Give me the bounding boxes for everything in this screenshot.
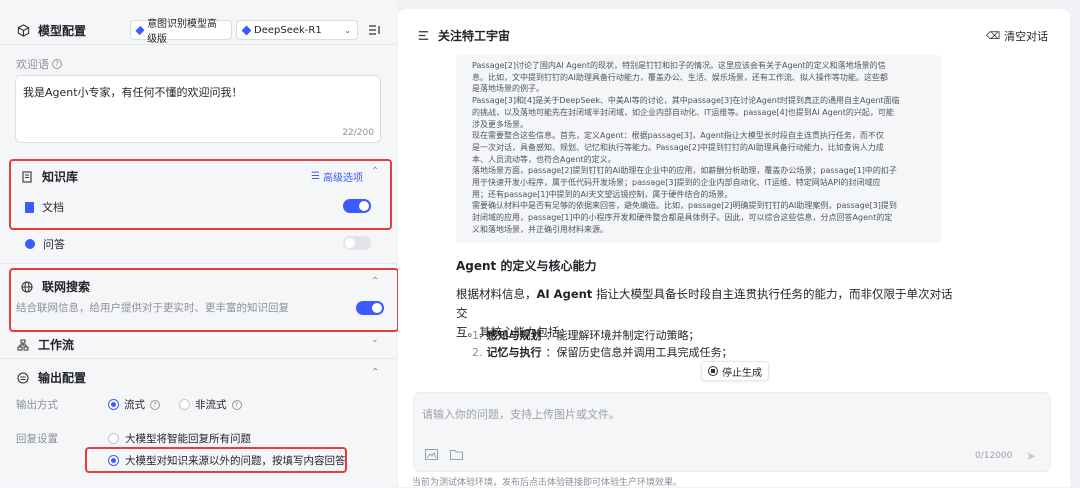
- sliders-icon: ☰: [311, 171, 320, 182]
- config-title: 模型配置: [38, 24, 87, 38]
- radio-selected: [108, 455, 119, 466]
- qa-row: 问答: [25, 236, 65, 252]
- doc-toggle[interactable]: [343, 199, 371, 213]
- globe-icon: [20, 280, 34, 294]
- model-tag-intent[interactable]: 意图识别模型高级版: [130, 19, 232, 45]
- output-header: 输出配置: [16, 369, 86, 386]
- chat-input-box[interactable]: 请输入你的问题，支持上传图片或文件。 0/12000 ➤: [413, 392, 1051, 472]
- reasoning-block: Passage[2]讨论了国内AI Agent的现状，特别是钉钉和扣子的情况。这…: [456, 55, 942, 243]
- help-circle-icon[interactable]: ?: [231, 399, 242, 410]
- advanced-options-link[interactable]: ☰ 高级选项: [311, 169, 363, 184]
- reasoning-line: 是一次对话，具备感知、规划、记忆和执行等能力。Passage[2]中提到钉钉的A…: [472, 142, 884, 152]
- welcome-counter: 22/200: [342, 128, 374, 138]
- chat-header: 关注特工宇宙: [416, 27, 510, 44]
- reasoning-line: 的挑战，以及落地可能先在封闭域半封闭域，如企业内部自动化、IT运维等。passa…: [472, 107, 894, 117]
- reasoning-line: Passage[2]讨论了国内AI Agent的现状，特别是钉钉和扣子的情况。这…: [472, 61, 886, 70]
- model-diamond-icon: [241, 25, 252, 35]
- clear-chat-button[interactable]: ⌫ 清空对话: [986, 28, 1048, 44]
- chevron-down-icon[interactable]: ⌄: [371, 335, 379, 345]
- chat-input-placeholder: 请输入你的问题，支持上传图片或文件。: [422, 408, 620, 421]
- help-circle-icon[interactable]: ?: [52, 59, 62, 69]
- output-title: 输出配置: [38, 371, 87, 385]
- web-search-header: 联网搜索: [20, 278, 90, 295]
- reasoning-line: 息。比如，文中提到钉钉的AI助理具备行动能力，覆盖办公、生活、娱乐场景，还有工作…: [472, 72, 888, 82]
- mode-non-stream-radio[interactable]: 非流式 ?: [179, 397, 242, 412]
- reasoning-line: 用；还有passage[1]中提到的AI天文望远镜控制，属于硬件结合的场景。: [472, 189, 733, 199]
- doc-row: 文档: [25, 199, 64, 215]
- workflow-header: 工作流: [16, 336, 74, 353]
- reasoning-line: 需要确认材料中是否有足够的依据来回答，避免编造。比如，passage[2]明确提…: [472, 201, 897, 211]
- qa-toggle[interactable]: [343, 236, 371, 250]
- divider: [0, 44, 397, 45]
- agent-icon: [416, 29, 430, 43]
- broom-icon: ⌫: [986, 30, 1001, 42]
- workflow-icon: [16, 338, 30, 352]
- stop-icon: [708, 366, 718, 376]
- answer-item-2: 2. 记忆与执行 ：保留历史信息并调用工具完成任务；: [472, 345, 733, 360]
- doc-label: 文档: [42, 201, 64, 214]
- divider: [0, 358, 397, 359]
- reasoning-line: 本、人员流动等，也符合Agent的定义。: [472, 154, 616, 164]
- reply-knowledge-radio[interactable]: 大模型对知识来源以外的问题，按填写内容回答: [108, 453, 346, 468]
- reasoning-line: 封闭域的应用，passage[1]中的小程序开发和硬件整合都是具体例子。因此，可…: [472, 213, 893, 223]
- config-panel: 模型配置 意图识别模型高级版 DeepSeek-R1 ⌄ 欢迎语 ? 我是Age…: [0, 0, 399, 487]
- knowledge-header: 知识库: [20, 168, 78, 185]
- book-icon: [20, 170, 34, 184]
- stop-generating-button[interactable]: 停止生成: [701, 361, 769, 381]
- model-select-deepseek[interactable]: DeepSeek-R1 ⌄: [236, 20, 358, 40]
- chat-title: 关注特工宇宙: [438, 29, 511, 43]
- help-circle-icon[interactable]: ?: [150, 399, 160, 410]
- web-search-title: 联网搜索: [42, 280, 91, 294]
- chevron-up-icon[interactable]: ⌃: [371, 367, 379, 378]
- folder-icon[interactable]: [450, 449, 463, 463]
- welcome-textarea[interactable]: 我是Agent小专家，有任何不懂的欢迎问我！ 22/200: [15, 75, 381, 143]
- qa-icon: [25, 239, 35, 249]
- radio-unselected: [108, 433, 119, 444]
- collapse-panel-icon[interactable]: [367, 23, 381, 37]
- document-icon: [25, 201, 34, 213]
- reasoning-line: Passage[3]和[4]是关于DeepSeek、中美AI等的讨论，其中pas…: [472, 96, 900, 106]
- mode-stream-radio[interactable]: 流式 ?: [108, 397, 160, 412]
- radio-selected: [108, 399, 119, 410]
- env-footer-note: 当前为测试体验环境，发布后点击体验链接即可体验生产环境效果。: [412, 478, 683, 488]
- web-search-toggle[interactable]: [356, 301, 384, 315]
- image-upload-icon[interactable]: [425, 449, 438, 463]
- chevron-down-icon: ⌄: [344, 25, 351, 35]
- welcome-label-row: 欢迎语 ?: [16, 56, 62, 72]
- reasoning-line: 落地场景方面，passage[2]提到钉钉的AI助理在企业中的应用，如薪酬分析助…: [472, 166, 897, 176]
- answer-item-1: 1. 感知与规划 ：能理解环境并制定行动策略；: [472, 328, 700, 343]
- reasoning-line: 涉及更多场景。: [472, 119, 528, 129]
- cube-icon: [16, 24, 30, 38]
- chat-panel: 关注特工宇宙 ⌫ 清空对话 Passage[2]讨论了国内AI Agent的现状…: [398, 9, 1070, 488]
- radio-unselected: [179, 399, 190, 410]
- send-icon[interactable]: ➤: [1026, 449, 1036, 463]
- config-header: 模型配置: [16, 22, 86, 39]
- output-icon: [16, 371, 30, 385]
- web-search-desc: 结合联网信息，给用户提供对于更实时、更丰富的知识回复: [16, 302, 289, 314]
- reasoning-line: 义和落地场景，并正确引用材料来源。: [472, 224, 608, 234]
- knowledge-title: 知识库: [42, 170, 79, 184]
- reasoning-line: 用于快速开发小程序，属于低代码开发场景；passage[3]提到的企业内部自动化…: [472, 178, 881, 188]
- answer-heading: Agent 的定义与核心能力: [456, 259, 597, 273]
- chevron-up-icon[interactable]: ⌃: [371, 166, 379, 177]
- divider: [0, 263, 397, 264]
- reply-all-radio[interactable]: 大模型将智能回复所有问题: [108, 431, 251, 446]
- qa-label: 问答: [43, 238, 65, 251]
- welcome-label: 欢迎语: [16, 58, 49, 71]
- input-counter: 0/12000: [975, 451, 1013, 461]
- reasoning-line: 现在需要整合这些信息。首先，定义Agent：根据passage[3]，Agent…: [472, 131, 884, 141]
- model-diamond-icon: [135, 25, 145, 35]
- output-mode-label: 输出方式: [16, 399, 58, 411]
- reasoning-line: 是落地场景的例子。: [472, 84, 544, 94]
- workflow-title: 工作流: [38, 338, 75, 352]
- reply-setting-label: 回复设置: [16, 433, 58, 445]
- welcome-text: 我是Agent小专家，有任何不懂的欢迎问我！: [23, 86, 243, 99]
- chevron-up-icon[interactable]: ⌃: [371, 276, 379, 287]
